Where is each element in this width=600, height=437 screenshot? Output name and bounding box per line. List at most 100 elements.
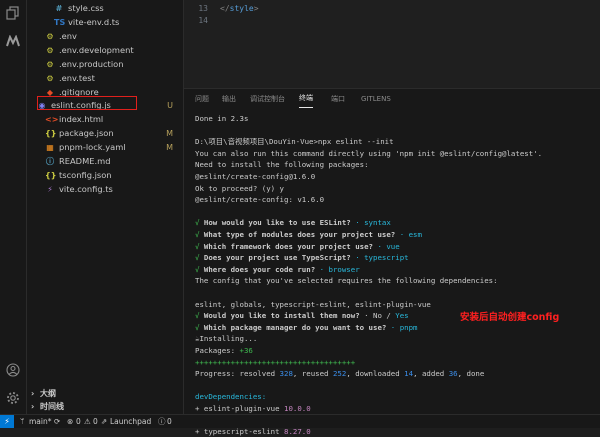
info-count[interactable]: 0 xyxy=(167,415,172,428)
file-name: index.html xyxy=(59,114,104,124)
terminal-line: Done in 2.3s xyxy=(195,113,248,124)
file-item[interactable]: ⚙ .env xyxy=(27,30,183,43)
terminal-line: You can also run this command directly u… xyxy=(195,148,542,159)
warning-count[interactable]: 0 xyxy=(93,415,98,428)
terminal-line: Progress: resolved 328, reused 252, down… xyxy=(195,368,484,379)
file-type-icon: TS xyxy=(54,18,66,27)
terminal-line: Ok to proceed? (y) y xyxy=(195,183,284,194)
chevron-right-icon: › xyxy=(31,402,35,411)
terminal-line: The config that you've selected requires… xyxy=(195,275,498,286)
file-type-icon: ⚙ xyxy=(46,46,54,55)
terminal-line: √ How would you like to use ESLint? · sy… xyxy=(195,217,391,228)
terminal-text: +36 xyxy=(239,346,253,355)
file-item[interactable]: ⚙ .env.development xyxy=(27,44,183,57)
terminal-text: + typescript-eslint xyxy=(195,427,284,437)
copy-icon[interactable] xyxy=(3,3,23,23)
activity-bar xyxy=(0,0,27,414)
file-item[interactable]: ⚙ .env.test xyxy=(27,72,183,85)
file-name: .env.development xyxy=(59,45,134,55)
info-icon: ⓘ xyxy=(158,417,166,426)
terminal-line: devDependencies: xyxy=(195,391,266,402)
tab-gitlens[interactable]: GITLENS xyxy=(361,89,391,109)
branch-name[interactable]: main* xyxy=(29,415,52,428)
terminal-text: The config that you've selected requires… xyxy=(195,276,498,286)
terminal-text: √ xyxy=(195,311,204,321)
tab-terminal[interactable]: 终端 xyxy=(299,89,313,108)
terminal-text: You can also run this command directly u… xyxy=(195,148,543,158)
terminal-text: 10.0.0 xyxy=(284,404,311,413)
terminal-text: Progress: resolved xyxy=(195,369,280,379)
terminal-text: Which framework does your project use? xyxy=(203,241,373,251)
terminal-text: √ xyxy=(195,218,204,228)
file-type-icon: ⚙ xyxy=(46,60,54,69)
file-type-icon: # xyxy=(55,4,63,13)
file-item[interactable]: ⓘ README.md xyxy=(27,155,183,168)
file-item[interactable]: # style.css xyxy=(27,2,183,15)
file-type-icon: {} xyxy=(45,129,57,138)
terminal-text: · browser xyxy=(315,264,360,274)
terminal-text: 14 xyxy=(404,369,414,379)
sync-icon[interactable]: ⟳ xyxy=(54,415,60,428)
terminal-text: , done xyxy=(457,369,485,379)
chevron-right-icon: › xyxy=(31,389,35,398)
terminal-text: + eslint-plugin-vue xyxy=(195,404,284,413)
gear-icon[interactable] xyxy=(3,388,23,408)
remote-icon[interactable]: ⚡ xyxy=(0,415,14,428)
terminal-text: 36 xyxy=(448,369,458,379)
terminal-text: · vue xyxy=(373,241,400,251)
code-line: 13 </style> xyxy=(184,3,258,15)
terminal-text: · pnpm xyxy=(386,322,418,332)
terminal-text: @eslint/create-config@1.6.0 xyxy=(195,172,316,181)
launchpad-button[interactable]: Launchpad xyxy=(110,415,151,428)
terminal-text: Need to install the following packages: xyxy=(195,160,369,170)
terminal-line: √ Which framework does your project use?… xyxy=(195,241,400,252)
terminal-text: Ok to proceed? (y) y xyxy=(195,183,284,193)
terminal-text: What type of modules does your project u… xyxy=(203,230,396,239)
terminal-text: Which package manager do you want to use… xyxy=(203,322,387,332)
warning-icon: ⚠ xyxy=(84,417,91,426)
tab-debug-console[interactable]: 调试控制台 xyxy=(250,89,285,109)
error-count[interactable]: 0 xyxy=(76,415,81,428)
file-item[interactable]: TS vite-env.d.ts xyxy=(27,16,183,29)
timeline-label: 时间线 xyxy=(40,402,64,411)
terminal-text: · esm xyxy=(395,230,422,239)
file-item[interactable]: ⚡ vite.config.ts xyxy=(27,183,183,196)
branch-icon: ᛘ xyxy=(20,417,25,426)
terminal-line: √ Does your project use TypeScript? · ty… xyxy=(195,252,409,263)
timeline-section[interactable]: › 时间线 xyxy=(27,400,183,413)
file-name: .env.test xyxy=(59,73,95,83)
file-item[interactable]: {} tsconfig.json xyxy=(27,169,183,182)
git-status-badge: M xyxy=(166,129,173,138)
terminal-text: √ xyxy=(195,322,204,332)
outline-section[interactable]: › 大纲 xyxy=(27,387,183,400)
terminal-line: ++++++++++++++++++++++++++++++++++++ xyxy=(195,357,355,368)
account-icon[interactable] xyxy=(3,360,23,380)
extension-m-icon[interactable] xyxy=(3,31,23,51)
terminal-text: , reused xyxy=(292,369,333,379)
file-type-icon: ⚙ xyxy=(46,32,54,41)
explorer-panel: # style.css TS vite-env.d.ts ⚙ .env ⚙ .env.deve… xyxy=(27,0,184,414)
terminal-text: · syntax xyxy=(350,218,391,228)
tab-output[interactable]: 输出 xyxy=(222,89,236,109)
file-item[interactable]: ▦ pnpm-lock.yaml M xyxy=(27,141,183,154)
terminal-line: Need to install the following packages: xyxy=(195,159,369,170)
terminal-line: √ What type of modules does your project… xyxy=(195,229,422,240)
git-status-badge: M xyxy=(166,143,173,152)
terminal-text: √ xyxy=(195,253,204,263)
highlight-box xyxy=(37,96,137,110)
terminal-text: 8.27.0 xyxy=(284,427,311,437)
terminal-text: ++++++++++++++++++++++++++++++++++++ xyxy=(195,357,356,367)
code-editor[interactable]: 13 </style> 14 xyxy=(184,0,600,88)
terminal-line: √ Which package manager do you want to u… xyxy=(195,322,418,333)
tab-problems[interactable]: 问题 xyxy=(195,89,209,109)
terminal-text: Yes xyxy=(395,311,409,321)
terminal-line: √ Would you like to install them now? · … xyxy=(195,310,409,321)
file-item[interactable]: {} package.json M xyxy=(27,127,183,140)
file-item[interactable]: ⚙ .env.production xyxy=(27,58,183,71)
terminal-text: D:\项目\音视频项目\DouYin-Vue>npx eslint --init xyxy=(195,137,394,147)
terminal-text: eslint, globals, typescript-eslint, esli… xyxy=(195,299,431,309)
outline-label: 大纲 xyxy=(40,389,56,398)
file-item[interactable]: <> index.html xyxy=(27,113,183,126)
tab-ports[interactable]: 端口 xyxy=(331,89,345,109)
code-line: 14 xyxy=(184,15,220,27)
